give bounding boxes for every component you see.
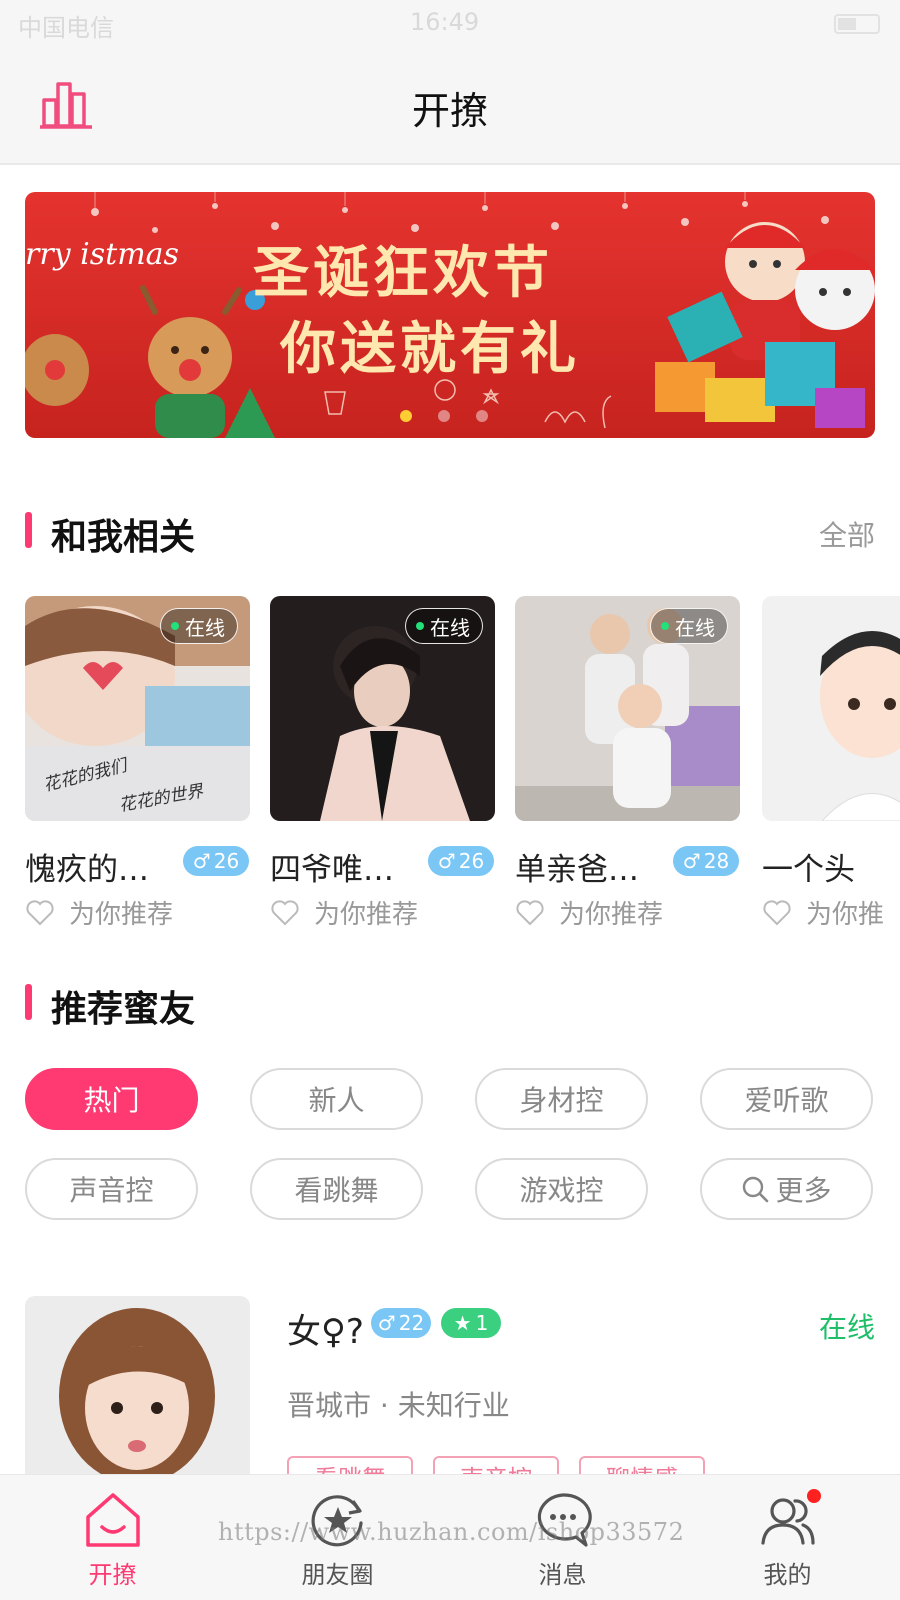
tab-label: 开撩 [88, 1561, 137, 1589]
tag-dance[interactable]: 看跳舞 [250, 1158, 423, 1220]
tab-label: 朋友圈 [301, 1561, 374, 1589]
user-name: 女♀? [287, 1312, 364, 1352]
online-label: 在线 [185, 615, 225, 640]
battery-icon [834, 14, 880, 34]
section-accent-bar [25, 984, 32, 1020]
recommend-section-header: 推荐蜜友 [25, 980, 875, 1030]
pager-dot[interactable] [438, 410, 450, 422]
recommend-label: 为你推 [806, 900, 885, 926]
recommend-label: 为你推荐 [69, 900, 174, 926]
level-badge: ★ 1 [441, 1308, 501, 1338]
age-value: 26 [458, 849, 485, 873]
tag-games[interactable]: 游戏控 [475, 1158, 648, 1220]
online-dot-icon [171, 622, 179, 630]
heart-icon[interactable] [762, 899, 792, 927]
tag-hot[interactable]: 热门 [25, 1068, 198, 1130]
male-icon: ♂ [437, 849, 456, 873]
clock: 16:49 [410, 8, 480, 36]
tag-voice[interactable]: 声音控 [25, 1158, 198, 1220]
user-location-industry: 晋城市 · 未知行业 [287, 1389, 510, 1422]
online-badge: 在线 [650, 608, 728, 644]
user-name: 单亲爸… [515, 852, 639, 888]
online-badge: 在线 [160, 608, 238, 644]
notification-dot [807, 1489, 821, 1503]
heart-icon[interactable] [25, 899, 55, 927]
recommend-row: 为你推荐 [270, 894, 418, 926]
top-nav-bar: 开撩 [0, 50, 900, 165]
male-icon: ♂ [377, 1311, 396, 1335]
recommend-row: 为你推荐 [25, 894, 173, 926]
online-label: 在线 [430, 615, 470, 640]
search-icon [743, 1176, 769, 1203]
user-card[interactable]: 在线 四爷唯… ♂ 26 为你推荐 [270, 596, 495, 926]
pager-dot[interactable] [400, 410, 412, 422]
related-cards-carousel[interactable]: 花花的我们 花花的世界 在线 愧疚的… ♂ 26 为你推荐 在线 四爷唯… ♂ 26 [25, 596, 900, 926]
age-badge: ♂ 22 [371, 1308, 431, 1338]
tab-home[interactable]: 开撩 [0, 1475, 225, 1600]
online-dot-icon [661, 622, 669, 630]
user-card[interactable]: 一个头 ♂ 为你推 [762, 596, 900, 926]
section-title: 推荐蜜友 [51, 989, 196, 1030]
level-value: 1 [475, 1311, 489, 1335]
online-label: 在线 [675, 615, 715, 640]
status-bar: 中国电信 16:49 [0, 0, 900, 50]
carrier-label: 中国电信 [18, 14, 114, 42]
tag-new[interactable]: 新人 [250, 1068, 423, 1130]
user-photo[interactable] [762, 596, 900, 821]
online-status: 在线 [818, 1311, 875, 1344]
banner-script-text: rry istmas [25, 237, 179, 272]
recommend-row: 为你推荐 [515, 894, 663, 926]
age-value: 28 [703, 849, 730, 873]
view-all-link[interactable]: 全部 [819, 514, 875, 554]
age-badge: ♂ 28 [673, 846, 739, 876]
recommend-row: 为你推 [762, 894, 884, 926]
watermark-text: https://www.huzhan.com/ishop33572 [218, 1518, 685, 1546]
male-icon: ♂ [682, 849, 701, 873]
recommend-label: 为你推荐 [314, 900, 419, 926]
star-icon: ★ [453, 1311, 472, 1335]
pager-dot[interactable] [476, 410, 488, 422]
user-photo[interactable]: 在线 [515, 596, 740, 821]
tag-more[interactable]: 更多 [700, 1158, 873, 1220]
user-photo[interactable]: 花花的我们 花花的世界 在线 [25, 596, 250, 821]
heart-icon[interactable] [270, 899, 300, 927]
age-value: 22 [398, 1311, 425, 1335]
age-value: 26 [213, 849, 240, 873]
section-title: 和我相关 [51, 517, 196, 558]
banner-pager [400, 410, 488, 422]
tab-label: 消息 [538, 1561, 587, 1589]
user-name: 一个头 [762, 852, 855, 888]
recommended-user-row[interactable]: 女♀? ♂22 ★1 在线 晋城市 · 未知行业 看跳舞 声音控 聊情感 [25, 1296, 875, 1521]
page-title: 开撩 [411, 89, 488, 133]
user-card[interactable]: 花花的我们 花花的世界 在线 愧疚的… ♂ 26 为你推荐 [25, 596, 250, 926]
male-icon: ♂ [192, 849, 211, 873]
section-accent-bar [25, 512, 32, 548]
heart-icon[interactable] [515, 899, 545, 927]
online-badge: 在线 [405, 608, 483, 644]
online-dot-icon [416, 622, 424, 630]
age-badge: ♂ 26 [428, 846, 494, 876]
user-photo[interactable]: 在线 [270, 596, 495, 821]
related-section-header: 和我相关 全部 [25, 508, 875, 558]
tag-more-label: 更多 [775, 1174, 832, 1207]
banner-headline-2: 你送就有礼 [279, 317, 580, 382]
tab-label: 我的 [763, 1561, 812, 1589]
tab-me[interactable]: 我的 [675, 1475, 900, 1600]
tag-music[interactable]: 爱听歌 [700, 1068, 873, 1130]
tag-body[interactable]: 身材控 [475, 1068, 648, 1130]
banner-headline-1: 圣诞狂欢节 [253, 241, 553, 306]
age-badge: ♂ 26 [183, 846, 249, 876]
home-smile-icon [86, 1493, 140, 1547]
user-name: 愧疚的… [25, 852, 149, 888]
user-card[interactable]: 在线 单亲爸… ♂ 28 为你推荐 [515, 596, 740, 926]
recommend-label: 为你推荐 [559, 900, 664, 926]
promo-banner[interactable]: rry istmas 圣诞狂欢节 你送就有礼 [25, 192, 875, 438]
user-name: 四爷唯… [270, 852, 394, 888]
